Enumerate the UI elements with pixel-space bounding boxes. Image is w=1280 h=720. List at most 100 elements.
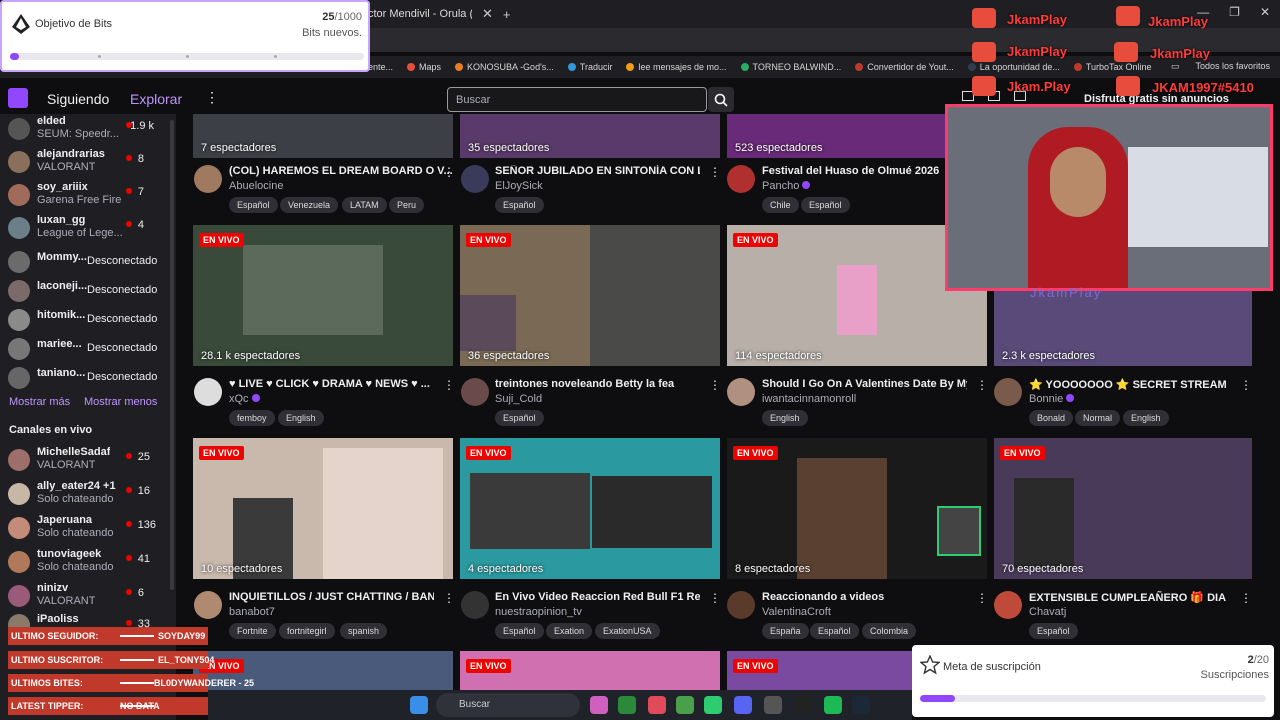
browser-tab[interactable]: ctor Mendivil - Orula (Of ✕ + xyxy=(368,0,511,28)
tag[interactable]: Exation xyxy=(546,623,593,639)
tag[interactable]: Español xyxy=(810,623,859,639)
nav-explore[interactable]: Explorar xyxy=(130,91,182,107)
search-button[interactable] xyxy=(708,87,734,112)
stream-title[interactable]: ♥ LIVE ♥ CLICK ♥ DRAMA ♥ NEWS ♥ ... xyxy=(229,378,434,390)
tag[interactable]: Bonald xyxy=(1029,410,1074,426)
channel-name[interactable]: nuestraopinion_tv xyxy=(495,606,582,618)
channel-avatar[interactable] xyxy=(727,591,755,619)
card-menu-icon[interactable]: ⋮ xyxy=(443,165,455,179)
xbox-icon[interactable] xyxy=(618,696,636,714)
tag[interactable]: Peru xyxy=(389,197,425,213)
bookmark-item[interactable]: ente... xyxy=(368,62,393,72)
channel-avatar[interactable] xyxy=(994,378,1022,406)
channel-name[interactable]: banabot7 xyxy=(229,606,275,618)
sidebar-channel[interactable]: ninizv VALORANT 6 xyxy=(8,581,170,609)
bookmark-item[interactable]: Traducir xyxy=(567,62,612,72)
channel-avatar[interactable] xyxy=(727,378,755,406)
all-bookmarks[interactable]: ▭ Todos los favoritos xyxy=(1171,61,1270,72)
stream-thumbnail[interactable]: EN VIVO xyxy=(460,651,720,690)
stream-thumbnail[interactable]: 7 espectadores xyxy=(193,114,453,158)
channel-avatar[interactable] xyxy=(194,591,222,619)
channel-name[interactable]: ValentinaCroft xyxy=(762,606,831,618)
stream-title[interactable]: INQUIETILLOS / JUST CHATTING / BAN... xyxy=(229,591,434,603)
card-menu-icon[interactable]: ⋮ xyxy=(443,378,455,392)
stream-title[interactable]: ⭐ YOOOOOOO ⭐ SECRET STREAM ... xyxy=(1029,378,1229,391)
copilot-icon[interactable] xyxy=(590,696,608,714)
tag[interactable]: Venezuela xyxy=(280,197,339,213)
new-tab-icon[interactable]: + xyxy=(503,7,511,22)
tag[interactable]: English xyxy=(278,410,324,426)
close-window-icon[interactable]: ✕ xyxy=(1260,5,1270,19)
stream-title[interactable]: En Vivo Video Reaccion Red Bull F1 Rev..… xyxy=(495,591,700,603)
channel-avatar[interactable] xyxy=(461,378,489,406)
stream-title[interactable]: (COL) HAREMOS EL DREAM BOARD O V... xyxy=(229,165,461,177)
tag[interactable]: Español xyxy=(495,197,544,213)
spotify-icon[interactable] xyxy=(824,696,842,714)
tag[interactable]: English xyxy=(1123,410,1169,426)
sidebar-channel[interactable]: MichelleSadaf VALORANT 25 xyxy=(8,445,170,473)
sidebar-channel[interactable]: tunoviageek Solo chateando 41 xyxy=(8,547,170,575)
tag[interactable]: fortnitegirl xyxy=(279,623,335,639)
channel-name[interactable]: Pancho xyxy=(762,180,811,192)
bookmark-item[interactable]: TurboTax Online xyxy=(1073,62,1152,72)
tag[interactable]: femboy xyxy=(229,410,275,426)
bookmark-item[interactable]: TORNEO BALWIND... xyxy=(740,62,841,72)
whatsapp-icon[interactable] xyxy=(704,696,722,714)
search-input[interactable]: Buscar xyxy=(447,87,707,112)
tag[interactable]: Normal xyxy=(1075,410,1121,426)
github-icon[interactable] xyxy=(764,696,782,714)
card-menu-icon[interactable]: ⋮ xyxy=(1240,591,1252,605)
card-menu-icon[interactable]: ⋮ xyxy=(1240,378,1252,392)
taskbar-search[interactable]: Buscar xyxy=(436,693,580,717)
app-icon[interactable] xyxy=(648,696,666,714)
tag[interactable]: English xyxy=(762,410,808,426)
discord-taskbar-icon[interactable] xyxy=(734,696,752,714)
card-menu-icon[interactable]: ⋮ xyxy=(709,591,721,605)
stream-thumbnail[interactable]: EN VIVO 70 espectadores xyxy=(994,438,1252,579)
tag[interactable]: ExationUSA xyxy=(595,623,660,639)
steam-icon[interactable] xyxy=(852,696,870,714)
channel-avatar[interactable] xyxy=(461,165,489,193)
channel-name[interactable]: ElJoySick xyxy=(495,180,543,192)
channel-name[interactable]: Chavatj xyxy=(1029,606,1066,618)
card-menu-icon[interactable]: ⋮ xyxy=(976,591,988,605)
stream-title[interactable]: Should I Go On A Valentines Date By My..… xyxy=(762,378,967,390)
channel-name[interactable]: Abuelocine xyxy=(229,180,283,192)
bookmark-item[interactable]: Maps xyxy=(407,62,441,72)
channel-avatar[interactable] xyxy=(994,591,1022,619)
tag[interactable]: España xyxy=(762,623,809,639)
card-menu-icon[interactable]: ⋮ xyxy=(443,591,455,605)
card-menu-icon[interactable]: ⋮ xyxy=(709,165,721,179)
twitch-logo-icon[interactable] xyxy=(8,88,28,108)
stream-thumbnail[interactable]: 35 espectadores xyxy=(460,114,720,158)
tag[interactable]: Fortnite xyxy=(229,623,276,639)
sidebar-channel-offline[interactable]: mariee... Desconectado xyxy=(8,334,170,362)
sidebar-channel[interactable]: elded SEUM: Speedr... 1.9 k xyxy=(8,114,170,142)
bookmark-item[interactable]: Convertidor de Yout... xyxy=(855,62,954,72)
sidebar-channel-offline[interactable]: hitomik... Desconectado xyxy=(8,305,170,333)
channel-name[interactable]: Bonnie xyxy=(1029,393,1075,405)
channel-avatar[interactable] xyxy=(461,591,489,619)
more-options-icon[interactable]: ⋮ xyxy=(205,89,219,106)
sidebar-scrollbar[interactable] xyxy=(170,120,174,590)
card-menu-icon[interactable]: ⋮ xyxy=(709,378,721,392)
sidebar-channel[interactable]: Japeruana Solo chateando 136 xyxy=(8,513,170,541)
channel-name[interactable]: xQc xyxy=(229,393,260,405)
channel-avatar[interactable] xyxy=(194,378,222,406)
stream-title[interactable]: Festival del Huaso de Olmué 2026 xyxy=(762,165,942,177)
bookmark-item[interactable]: KONOSUBA -God's... xyxy=(455,62,554,72)
tag[interactable]: LATAM xyxy=(342,197,387,213)
tab-close-icon[interactable]: ✕ xyxy=(482,6,493,22)
windows-start-icon[interactable] xyxy=(410,696,428,714)
tag[interactable]: Español xyxy=(495,623,544,639)
sidebar-channel-offline[interactable]: Mommy... Desconectado xyxy=(8,247,170,275)
epic-icon[interactable] xyxy=(794,696,812,714)
stream-thumbnail[interactable]: EN VIVO 8 espectadores xyxy=(727,438,987,579)
stream-thumbnail[interactable]: 2.3 k espectadores xyxy=(994,290,1252,366)
stream-title[interactable]: treintones noveleando Betty la fea xyxy=(495,378,700,390)
channel-name[interactable]: Suji_Cold xyxy=(495,393,542,405)
sidebar-channel-offline[interactable]: taniano... Desconectado xyxy=(8,363,170,391)
tag[interactable]: Chile xyxy=(762,197,799,213)
show-less-link[interactable]: Mostrar menos xyxy=(84,396,157,408)
sidebar-channel-offline[interactable]: laconeji... Desconectado xyxy=(8,276,170,304)
